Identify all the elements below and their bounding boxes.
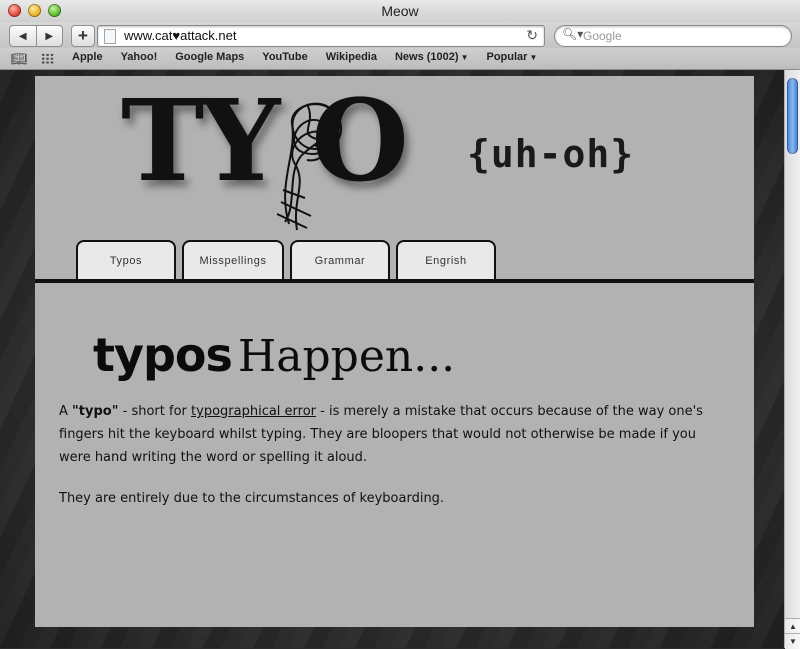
top-sites-grid-icon[interactable] (41, 53, 54, 64)
window-title-bar: Meow (0, 0, 800, 23)
search-field[interactable]: 🔍︎▾ Google (554, 25, 792, 47)
scroll-down-icon[interactable]: ▼ (785, 633, 800, 649)
search-icon[interactable]: 🔍︎▾ (562, 27, 583, 41)
scroll-up-icon[interactable]: ▲ (785, 618, 800, 634)
site-tagline: {uh-oh} (467, 132, 635, 176)
url-text[interactable]: www.cat♥attack.net (124, 28, 237, 43)
search-placeholder: Google (583, 29, 622, 43)
page-headline: typos Happen... (93, 328, 455, 382)
background-texture: ​ (0, 153, 13, 177)
bookmark-news-folder[interactable]: News (1002) ▼ (386, 51, 478, 63)
bookmark-google-maps[interactable]: Google Maps (166, 51, 253, 63)
site-logo: TY O (121, 76, 409, 207)
back-forward-group: ◀ ▶ (9, 25, 63, 47)
chevron-down-icon: ▼ (529, 53, 538, 62)
tab-engrish[interactable]: Engrish (396, 240, 496, 280)
bookmark-news-label: News (1002) (394, 51, 459, 63)
address-bar[interactable]: www.cat♥attack.net ↻ (97, 25, 545, 47)
bookmarks-bar: 📖︎ Apple Yahoo! Google Maps YouTube Wiki… (0, 48, 800, 70)
forward-button[interactable]: ▶ (35, 26, 63, 46)
content-panel: TY O {uh-oh} Typos Misspellings Grammar … (35, 76, 754, 627)
reload-icon[interactable]: ↻ (526, 27, 538, 44)
page-icon (104, 29, 116, 44)
paragraph-definition: A "typo" - short for typographical error… (59, 400, 719, 469)
add-bookmark-button[interactable]: + (71, 25, 95, 47)
text-fragment: A (59, 404, 73, 419)
chevron-down-icon: ▼ (460, 53, 469, 62)
typographical-error-link[interactable]: typographical error (191, 404, 316, 419)
article-body: A "typo" - short for typographical error… (59, 400, 719, 528)
tab-grammar[interactable]: Grammar (290, 240, 390, 280)
headline-typos: typos (93, 328, 233, 382)
back-arrow-icon: ◀ (18, 30, 27, 42)
bookmark-popular-label: Popular (486, 51, 528, 63)
browser-toolbar: ◀ ▶ + www.cat♥attack.net ↻ 🔍︎▾ Google (0, 22, 800, 48)
text-fragment: - short for (118, 404, 192, 419)
paragraph-keyboarding: They are entirely due to the circumstanc… (59, 491, 445, 506)
bookmark-apple[interactable]: Apple (63, 51, 112, 63)
bookmark-popular-folder[interactable]: Popular ▼ (477, 51, 546, 63)
tab-typos[interactable]: Typos (76, 240, 176, 280)
typo-term: "typo" (72, 404, 119, 419)
bookmarks-book-icon[interactable]: 📖︎ (11, 51, 28, 67)
tab-divider (35, 279, 754, 283)
scrollbar-thumb[interactable] (787, 78, 798, 154)
bookmark-youtube[interactable]: YouTube (253, 51, 316, 63)
bookmark-items: Apple Yahoo! Google Maps YouTube Wikiped… (63, 51, 546, 63)
bookmark-yahoo[interactable]: Yahoo! (112, 51, 167, 63)
forward-arrow-icon: ▶ (45, 30, 54, 42)
bookmark-wikipedia[interactable]: Wikipedia (317, 51, 386, 63)
headline-happen: Happen... (237, 331, 456, 382)
back-button[interactable]: ◀ (10, 26, 36, 46)
vertical-scrollbar[interactable]: ▲ ▼ (784, 70, 800, 649)
tab-misspellings[interactable]: Misspellings (182, 240, 284, 280)
main-tabs: Typos Misspellings Grammar Engrish (76, 240, 496, 280)
scribbled-p-icon (276, 102, 343, 231)
window-title: Meow (381, 3, 419, 19)
